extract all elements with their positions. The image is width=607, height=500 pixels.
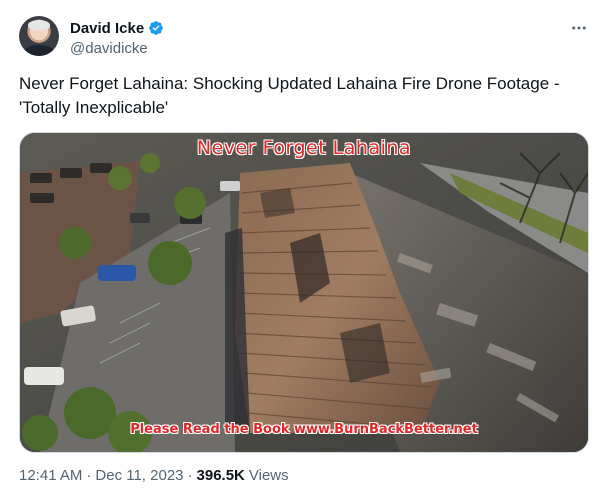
tweet-time[interactable]: 12:41 AM bbox=[19, 467, 82, 484]
media-video[interactable]: Never Forget Lahaina Please Read the Boo… bbox=[19, 132, 589, 453]
display-name-row: David Icke bbox=[70, 18, 164, 38]
tweet-date[interactable]: Dec 11, 2023 bbox=[95, 467, 183, 484]
display-name[interactable]: David Icke bbox=[70, 20, 144, 37]
meta-separator-2: · bbox=[187, 467, 193, 484]
views-count: 396.5K bbox=[196, 467, 245, 484]
more-options-glyph bbox=[572, 26, 586, 30]
video-overlay-title: Never Forget Lahaina bbox=[196, 137, 412, 159]
handle[interactable]: @davidicke bbox=[70, 40, 164, 57]
tweet-meta: 12:41 AM · Dec 11, 2023 · 396.5K Views bbox=[19, 467, 289, 484]
more-options-icon[interactable] bbox=[569, 18, 589, 38]
author-block: David Icke @davidicke bbox=[70, 18, 164, 57]
verified-badge-icon bbox=[149, 21, 164, 35]
meta-separator: · bbox=[86, 467, 92, 484]
avatar-shirt bbox=[23, 45, 55, 56]
video-overlay-caption: Please Read the Book www.BurnBackBetter.… bbox=[130, 422, 478, 437]
avatar[interactable] bbox=[19, 16, 59, 56]
views-label: Views bbox=[248, 467, 289, 484]
drone-footage-image bbox=[20, 133, 588, 452]
avatar-hair bbox=[28, 20, 50, 30]
tweet-card: David Icke @davidicke Never Forget Lahai… bbox=[0, 0, 607, 500]
tweet-text: Never Forget Lahaina: Shocking Updated L… bbox=[19, 74, 560, 117]
